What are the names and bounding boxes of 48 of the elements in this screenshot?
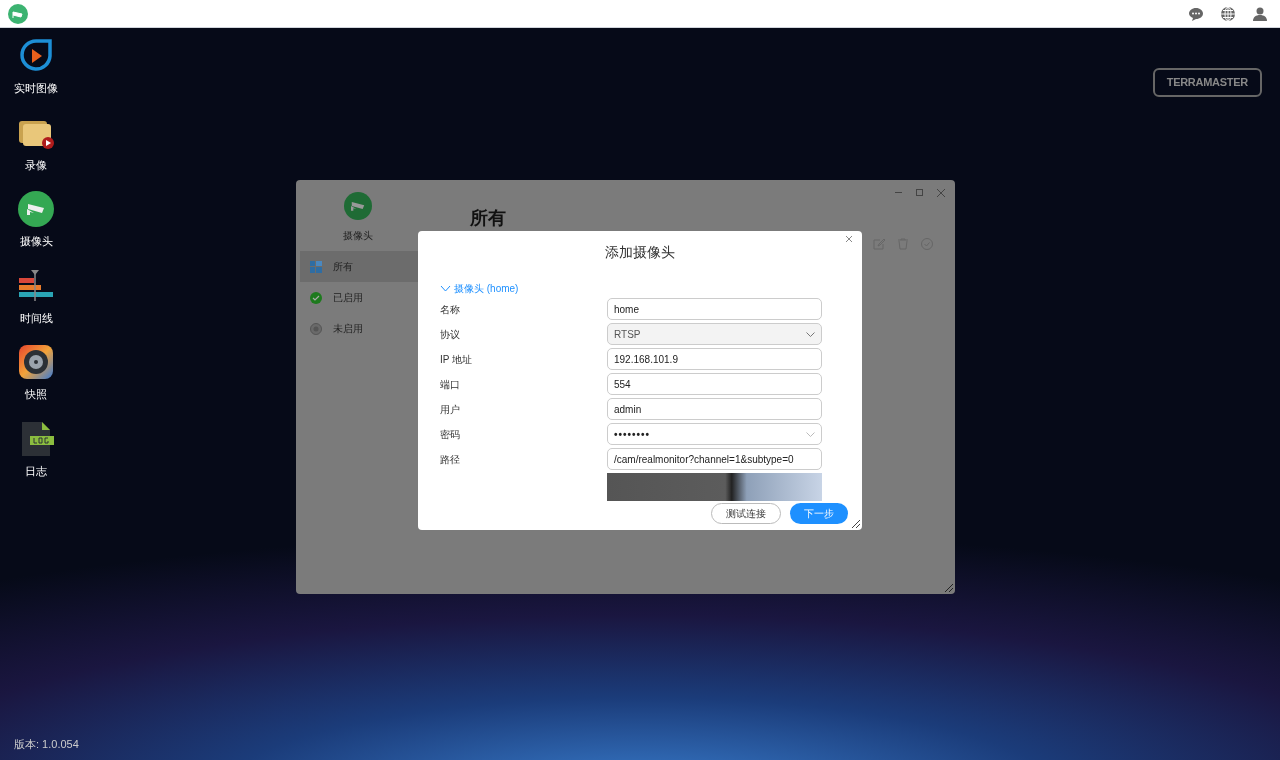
brand-logo: TERRAMASTER [1152,68,1262,97]
password-field[interactable]: •••••••• [607,423,822,445]
sidebar-item[interactable]: 已启用 [300,282,420,313]
field-label: 名称 [440,302,461,317]
lens-icon [18,344,54,380]
grid-icon [310,260,322,273]
version-text: 版本: 1.0.054 [14,736,79,752]
resize-grip-icon[interactable] [943,582,953,592]
app-logo-icon[interactable] [8,3,28,24]
dialog-title: 添加摄像头 [605,243,675,262]
resize-grip-icon[interactable] [850,518,860,528]
security-camera-icon [18,191,54,227]
protocol-select[interactable]: RTSP [607,323,822,345]
input-field[interactable]: /cam/realmonitor?channel=1&subtype=0 [607,448,822,470]
security-camera-icon [344,192,372,220]
desktop-app[interactable]: 摄像头 [0,191,72,250]
field-label: 协议 [440,327,461,342]
input-field[interactable]: admin [607,398,822,420]
chevron-down-icon [806,431,815,437]
field-label: 端口 [440,377,461,392]
check-circle-icon [310,291,322,304]
field-label: 路径 [440,452,461,467]
field-label: 密码 [440,427,461,442]
input-field[interactable]: 554 [607,373,822,395]
input-field[interactable]: 192.168.101.9 [607,348,822,370]
desktop-app[interactable]: 录像 [0,114,72,173]
chat-icon[interactable] [1188,5,1204,22]
globe-icon[interactable] [1220,5,1236,22]
input-field[interactable]: home [607,298,822,320]
test-connection-button[interactable]: 测试连接 [711,503,781,524]
desktop-app[interactable]: 实时图像 [0,38,72,97]
chevron-down-icon [806,331,815,337]
maximize-icon[interactable] [916,189,923,196]
desktop-app[interactable]: 快照 [0,344,72,403]
timeline-bars-icon [18,267,54,304]
circle-icon [310,322,322,335]
app-name: 摄像头 [343,229,373,243]
page-heading: 所有 [470,207,507,230]
field-label: IP 地址 [440,352,474,367]
desktop-app[interactable]: 时间线 [0,267,72,326]
close-icon[interactable] [846,236,852,242]
sidebar-item[interactable]: 未启用 [300,313,420,344]
play-drop-icon [18,38,54,74]
chevron-icon [440,285,451,292]
field-label: 用户 [440,402,461,417]
desktop-app[interactable]: 日志 [0,420,72,479]
user-icon[interactable] [1252,5,1268,22]
close-icon[interactable] [937,189,945,197]
